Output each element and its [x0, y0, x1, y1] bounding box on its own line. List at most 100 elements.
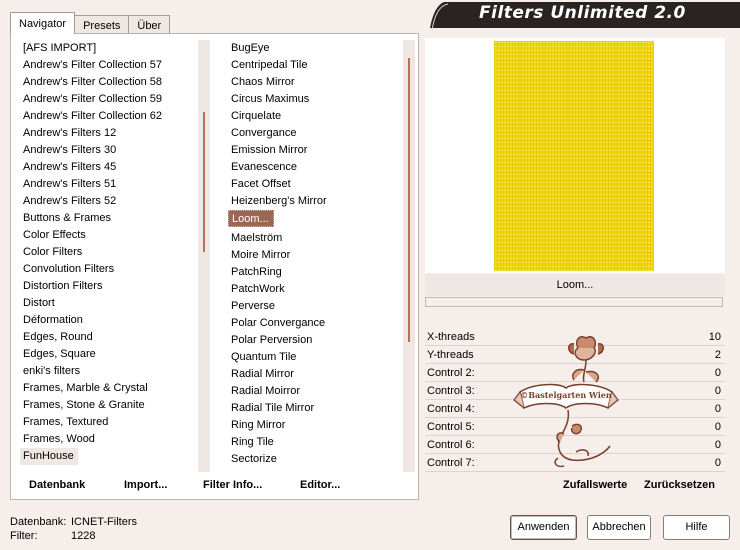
preview-area — [425, 38, 725, 273]
filter-item[interactable]: Convergance — [228, 125, 403, 142]
filter-scrollbar[interactable] — [403, 40, 415, 472]
category-item[interactable]: Convolution Filters — [20, 261, 198, 278]
param-value[interactable]: 0 — [715, 400, 721, 418]
category-item[interactable]: Andrew's Filters 30 — [20, 142, 198, 159]
tab-bar: Navigator Presets Über — [10, 12, 171, 34]
category-list[interactable]: [AFS IMPORT] Andrew's Filter Collection 5… — [20, 40, 198, 468]
param-value[interactable]: 10 — [709, 328, 721, 346]
filter-item[interactable]: Perverse — [228, 298, 403, 315]
random-values-button[interactable]: Zufallswerte — [563, 479, 627, 491]
category-item[interactable]: Frames, Stone & Granite — [20, 397, 198, 414]
cancel-button[interactable]: Abbrechen — [587, 515, 651, 540]
category-item[interactable]: Andrew's Filters 12 — [20, 125, 198, 142]
filter-item[interactable]: Ring Tile — [228, 434, 403, 451]
filter-item[interactable]: Radial Moirror — [228, 383, 403, 400]
category-item[interactable]: Andrew's Filter Collection 58 — [20, 74, 198, 91]
watermark-stamp: ©Bastelgarten Wien — [513, 336, 619, 468]
tab-presets[interactable]: Presets — [74, 15, 130, 34]
category-item[interactable]: Buttons & Frames — [20, 210, 198, 227]
category-item[interactable]: Distort — [20, 295, 198, 312]
param-value[interactable]: 0 — [715, 454, 721, 472]
app-title: Filters Unlimited 2.0 — [479, 3, 686, 23]
param-value[interactable]: 0 — [715, 418, 721, 436]
filter-item[interactable]: Polar Perversion — [228, 332, 403, 349]
current-filter-name: Loom... — [425, 274, 725, 296]
apply-button[interactable]: Anwenden — [510, 515, 577, 540]
status-info: Datenbank: ICNET-Filters Filter: 1228 — [10, 515, 137, 543]
watermark-text: ©Bastelgarten Wien — [520, 390, 612, 400]
category-item[interactable]: Andrew's Filter Collection 62 — [20, 108, 198, 125]
param-value[interactable]: 0 — [715, 436, 721, 454]
param-name: Y-threads — [427, 349, 474, 361]
filter-item[interactable]: Radial Mirror — [228, 366, 403, 383]
category-item[interactable]: Color Filters — [20, 244, 198, 261]
filters-unlimited-dialog: Filters Unlimited 2.0 Navigator Presets … — [0, 0, 740, 550]
filter-item[interactable]: Radial Tile Mirror — [228, 400, 403, 417]
category-item[interactable]: [AFS IMPORT] — [20, 40, 198, 57]
category-item[interactable]: Andrew's Filters 51 — [20, 176, 198, 193]
filter-item[interactable]: Chaos Mirror — [228, 74, 403, 91]
title-banner: Filters Unlimited 2.0 — [430, 0, 740, 31]
filter-item[interactable]: Evanescence — [228, 159, 403, 176]
param-name: Control 3: — [427, 385, 475, 397]
filter-item[interactable]: Maelström — [228, 230, 403, 247]
tab-navigator[interactable]: Navigator — [10, 12, 76, 34]
navigator-panel: [AFS IMPORT] Andrew's Filter Collection 5… — [10, 33, 419, 500]
param-name: Control 4: — [427, 403, 475, 415]
status-db-label: Datenbank: — [10, 516, 67, 528]
category-item[interactable]: Déformation — [20, 312, 198, 329]
param-name: Control 7: — [427, 457, 475, 469]
category-item[interactable]: Andrew's Filters 45 — [20, 159, 198, 176]
filter-item[interactable]: Quantum Tile — [228, 349, 403, 366]
progress-bar — [425, 297, 723, 307]
help-button[interactable]: Hilfe — [663, 515, 730, 540]
filter-list[interactable]: BugEye Centripedal Tile Chaos Mirror Circus… — [228, 40, 403, 468]
filter-item[interactable]: Moire Mirror — [228, 247, 403, 264]
category-item[interactable]: Andrew's Filter Collection 59 — [20, 91, 198, 108]
category-item[interactable]: Edges, Square — [20, 346, 198, 363]
filter-item[interactable]: Facet Offset — [228, 176, 403, 193]
filter-item[interactable]: Centripedal Tile — [228, 57, 403, 74]
import-button[interactable]: Import... — [124, 479, 167, 491]
category-item[interactable]: Edges, Round — [20, 329, 198, 346]
filter-item[interactable]: Ring Mirror — [228, 417, 403, 434]
param-value[interactable]: 2 — [715, 346, 721, 364]
param-name: Control 5: — [427, 421, 475, 433]
editor-button[interactable]: Editor... — [300, 479, 340, 491]
filter-item[interactable]: Polar Convergance — [228, 315, 403, 332]
filter-item[interactable]: Loom... — [228, 210, 274, 227]
filter-item[interactable]: PatchWork — [228, 281, 403, 298]
category-item[interactable]: Frames, Textured — [20, 414, 198, 431]
category-item[interactable]: FunHouse — [20, 448, 78, 465]
filter-scroll-thumb[interactable] — [408, 58, 410, 342]
navigator-toolbar: Datenbank Import... Filter Info... Edito… — [10, 471, 419, 499]
category-item[interactable]: enki's filters — [20, 363, 198, 380]
status-db-value: ICNET-Filters — [71, 516, 137, 528]
preview-image — [494, 41, 654, 271]
category-item[interactable]: Andrew's Filters 52 — [20, 193, 198, 210]
category-item[interactable]: Color Effects — [20, 227, 198, 244]
reset-button[interactable]: Zurücksetzen — [644, 479, 715, 491]
category-scrollbar[interactable] — [198, 40, 210, 472]
filter-item[interactable]: Emission Mirror — [228, 142, 403, 159]
tab-about[interactable]: Über — [128, 15, 171, 34]
category-item[interactable]: Frames, Wood — [20, 431, 198, 448]
param-value[interactable]: 0 — [715, 364, 721, 382]
param-name: X-threads — [427, 331, 475, 343]
filter-item[interactable]: PatchRing — [228, 264, 403, 281]
category-item[interactable]: Andrew's Filter Collection 57 — [20, 57, 198, 74]
param-value[interactable]: 0 — [715, 382, 721, 400]
filter-item[interactable]: Cirquelate — [228, 108, 403, 125]
filter-item[interactable]: Heizenberg's Mirror — [228, 193, 403, 210]
category-scroll-thumb[interactable] — [203, 112, 205, 252]
status-filter-label: Filter: — [10, 530, 38, 542]
datenbank-button[interactable]: Datenbank — [29, 479, 85, 491]
category-item[interactable]: Frames, Marble & Crystal — [20, 380, 198, 397]
status-filter-value: 1228 — [71, 530, 96, 542]
filter-info-button[interactable]: Filter Info... — [203, 479, 262, 491]
filter-item[interactable]: BugEye — [228, 40, 403, 57]
filter-item[interactable]: Sectorize — [228, 451, 403, 468]
category-item[interactable]: Distortion Filters — [20, 278, 198, 295]
filter-item[interactable]: Circus Maximus — [228, 91, 403, 108]
param-name: Control 6: — [427, 439, 475, 451]
